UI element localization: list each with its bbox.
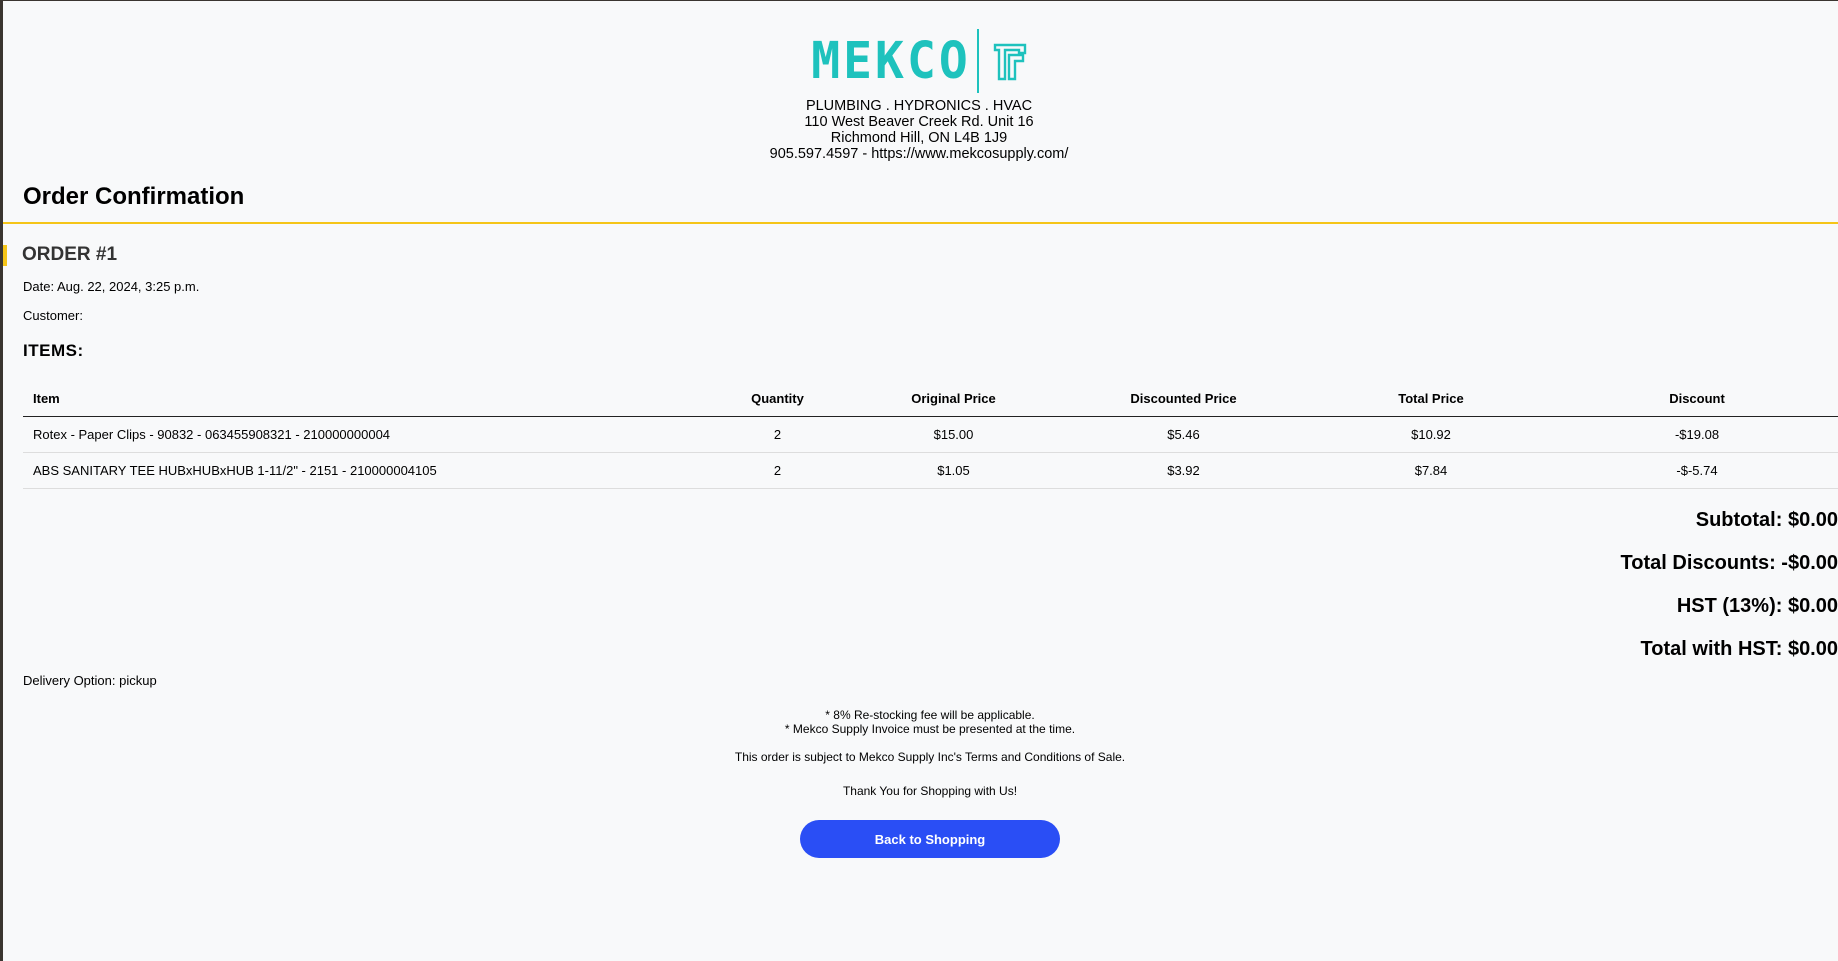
city-address: Richmond Hill, ON L4B 1J9 bbox=[830, 130, 1008, 146]
column-header-original-price: Original Price bbox=[846, 380, 1061, 417]
logo-divider bbox=[976, 29, 979, 93]
window-top-border bbox=[0, 0, 1838, 1]
column-header-discount: Discount bbox=[1556, 380, 1838, 417]
company-header: MEKCO PLUMBING . HYDRONICS . HVAC 110 We… bbox=[0, 0, 1838, 162]
total-discounts: Total Discounts: -$0.00 bbox=[1620, 552, 1838, 574]
cell-quantity: 2 bbox=[709, 452, 846, 489]
cell-original-price: $1.05 bbox=[846, 452, 1061, 489]
invoice-note: * Mekco Supply Invoice must be presented… bbox=[784, 722, 1076, 736]
table-row: Rotex - Paper Clips - 90832 - 0634559083… bbox=[23, 416, 1838, 453]
page-title: Order Confirmation bbox=[23, 183, 245, 210]
cell-item: ABS SANITARY TEE HUBxHUBxHUB 1-11/2" - 2… bbox=[23, 452, 709, 489]
column-header-total-price: Total Price bbox=[1306, 380, 1556, 417]
hst-amount: HST (13%): $0.00 bbox=[1676, 595, 1838, 617]
title-divider bbox=[3, 222, 1838, 224]
cell-discount: -$-5.74 bbox=[1556, 452, 1838, 489]
cell-original-price: $15.00 bbox=[846, 416, 1061, 453]
company-logo: MEKCO bbox=[811, 28, 1027, 94]
column-header-quantity: Quantity bbox=[709, 380, 846, 417]
order-accent-bar bbox=[3, 245, 7, 266]
restocking-note: * 8% Re-stocking fee will be applicable. bbox=[825, 708, 1035, 722]
items-heading: ITEMS: bbox=[23, 341, 84, 360]
subtotal: Subtotal: $0.00 bbox=[1695, 509, 1838, 531]
cell-quantity: 2 bbox=[709, 416, 846, 453]
cell-discounted-price: $5.46 bbox=[1061, 416, 1306, 453]
table-header-row: Item Quantity Original Price Discounted … bbox=[23, 380, 1838, 417]
phone-website: 905.597.4597 - https://www.mekcosupply.c… bbox=[769, 146, 1069, 162]
order-notes: * 8% Re-stocking fee will be applicable.… bbox=[0, 708, 1838, 798]
cell-discounted-price: $3.92 bbox=[1061, 452, 1306, 489]
order-customer: Customer: bbox=[23, 308, 83, 323]
items-table: Item Quantity Original Price Discounted … bbox=[23, 380, 1838, 489]
cell-total-price: $7.84 bbox=[1306, 452, 1556, 489]
terms-note: This order is subject to Mekco Supply In… bbox=[734, 750, 1126, 764]
back-to-shopping-button[interactable]: Back to Shopping bbox=[800, 820, 1060, 858]
street-address: 110 West Beaver Creek Rd. Unit 16 bbox=[804, 114, 1034, 130]
column-header-discounted-price: Discounted Price bbox=[1061, 380, 1306, 417]
window-left-border bbox=[0, 0, 3, 961]
company-address: PLUMBING . HYDRONICS . HVAC 110 West Bea… bbox=[0, 98, 1838, 162]
thank-you-message: Thank You for Shopping with Us! bbox=[842, 784, 1018, 798]
column-header-item: Item bbox=[23, 380, 709, 417]
delivery-option: Delivery Option: pickup bbox=[23, 673, 157, 688]
cell-item: Rotex - Paper Clips - 90832 - 0634559083… bbox=[23, 416, 709, 453]
cell-total-price: $10.92 bbox=[1306, 416, 1556, 453]
logo-wordmark: MEKCO bbox=[811, 31, 971, 91]
order-number: ORDER #1 bbox=[22, 244, 118, 265]
faucet-logo-icon bbox=[993, 43, 1026, 81]
order-totals: Subtotal: $0.00 Total Discounts: -$0.00 … bbox=[1621, 505, 1838, 677]
order-date: Date: Aug. 22, 2024, 3:25 p.m. bbox=[23, 279, 200, 294]
cell-discount: -$19.08 bbox=[1556, 416, 1838, 453]
total-with-hst: Total with HST: $0.00 bbox=[1640, 638, 1838, 660]
company-tagline: PLUMBING . HYDRONICS . HVAC bbox=[805, 98, 1033, 114]
table-row: ABS SANITARY TEE HUBxHUBxHUB 1-11/2" - 2… bbox=[23, 452, 1838, 489]
